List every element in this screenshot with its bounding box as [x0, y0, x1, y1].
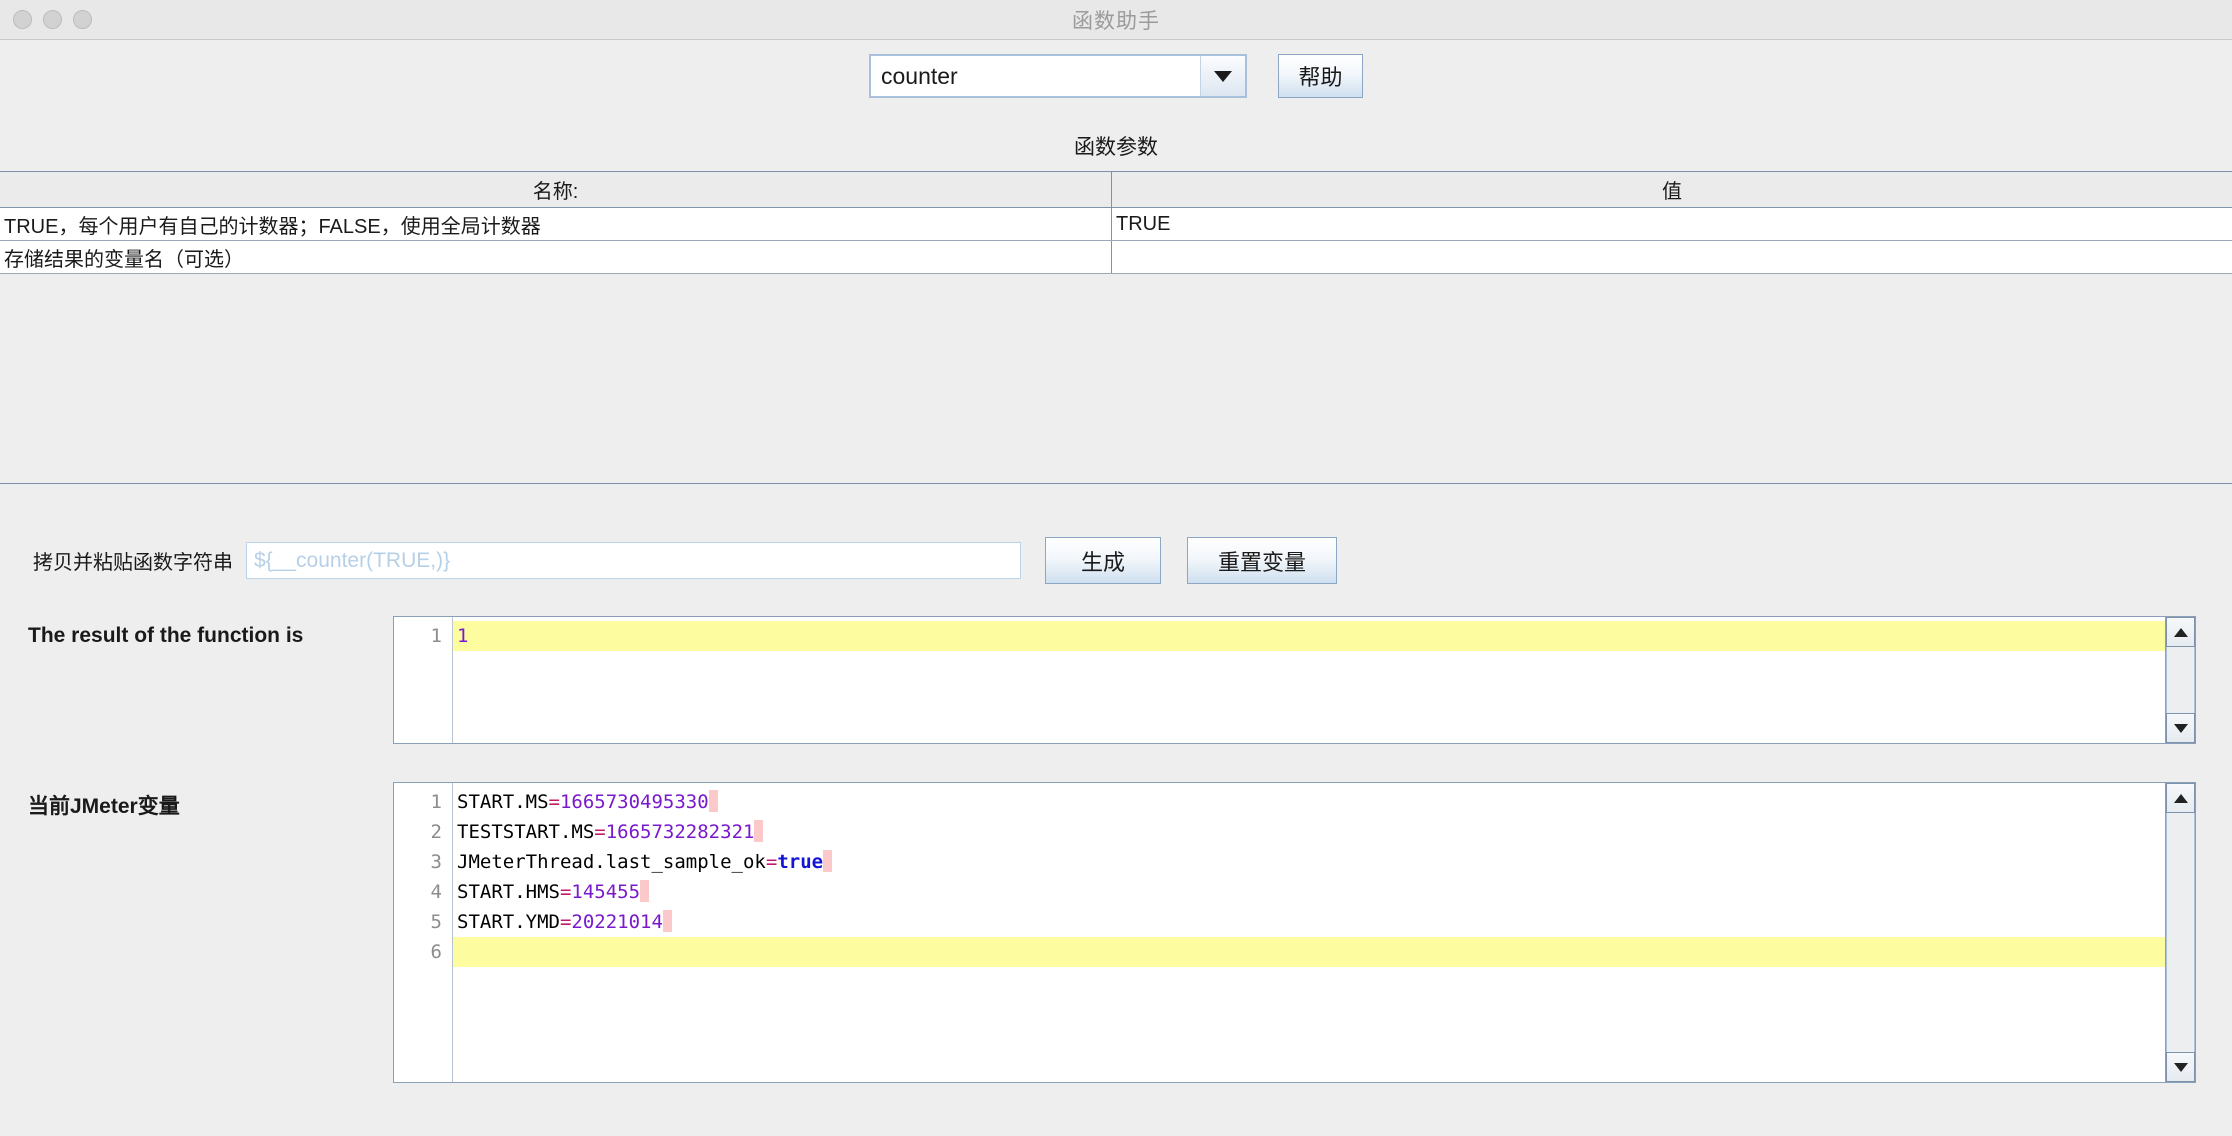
- variables-scroll-track[interactable]: [2166, 813, 2195, 1052]
- parameter-name: TRUE，每个用户有自己的计数器；FALSE，使用全局计数器: [0, 208, 1112, 240]
- code-token: =: [548, 791, 560, 813]
- generate-button[interactable]: 生成: [1045, 537, 1161, 584]
- reset-variables-button[interactable]: 重置变量: [1187, 537, 1337, 584]
- window-title: 函数助手: [1072, 9, 1160, 33]
- parameter-name: 存储结果的变量名（可选）: [0, 241, 1112, 273]
- code-line[interactable]: START.MS=1665730495330: [453, 787, 2165, 817]
- line-number: 2: [430, 821, 442, 843]
- table-row[interactable]: TRUE，每个用户有自己的计数器；FALSE，使用全局计数器 TRUE: [0, 208, 2232, 241]
- function-selector-row: counter 帮助: [0, 40, 2232, 106]
- code-token: JMeterThread.last_sample_ok: [457, 851, 766, 873]
- code-token: =: [594, 821, 606, 843]
- code-line[interactable]: TESTSTART.MS=1665732282321: [453, 817, 2165, 847]
- trailing-whitespace-marker: [823, 850, 833, 872]
- result-code-area[interactable]: 1: [453, 617, 2165, 743]
- code-token: 145455: [571, 881, 641, 903]
- code-line[interactable]: JMeterThread.last_sample_ok=true: [453, 847, 2165, 877]
- generate-row: 拷贝并粘贴函数字符串 ${__counter(TRUE,)} 生成 重置变量: [0, 484, 2232, 584]
- code-token: 1: [457, 625, 469, 647]
- parameter-value[interactable]: [1112, 241, 2232, 273]
- scroll-down-arrow-icon[interactable]: [2166, 713, 2195, 743]
- function-parameters-table: 名称: 值 TRUE，每个用户有自己的计数器；FALSE，使用全局计数器 TRU…: [0, 171, 2232, 274]
- function-select[interactable]: counter: [869, 54, 1247, 98]
- window-titlebar: 函数助手: [0, 0, 2232, 40]
- code-token: TESTSTART.MS: [457, 821, 595, 843]
- function-string-input[interactable]: ${__counter(TRUE,)}: [246, 542, 1021, 579]
- line-number: 5: [430, 911, 442, 933]
- code-token: =: [559, 881, 572, 903]
- variables-editor[interactable]: 123456 START.MS=1665730495330 TESTSTART.M…: [393, 782, 2196, 1083]
- parameters-empty-area: [0, 274, 2232, 483]
- function-string-label: 拷贝并粘贴函数字符串: [33, 552, 233, 574]
- code-token: =: [559, 911, 572, 933]
- code-token: START.HMS: [457, 881, 560, 903]
- code-token: 20221014: [571, 911, 663, 933]
- scroll-up-arrow-icon[interactable]: [2166, 617, 2195, 647]
- chevron-down-icon[interactable]: [1201, 56, 1245, 96]
- variables-scrollbar[interactable]: [2165, 783, 2195, 1082]
- scroll-up-arrow-icon[interactable]: [2166, 783, 2195, 813]
- help-button[interactable]: 帮助: [1278, 54, 1363, 98]
- trailing-whitespace-marker: [708, 790, 718, 812]
- line-number: 6: [430, 941, 442, 963]
- table-row[interactable]: 存储结果的变量名（可选）: [0, 241, 2232, 274]
- code-token: =: [765, 851, 778, 873]
- result-line-numbers: 1: [394, 617, 453, 743]
- code-line[interactable]: START.HMS=145455: [453, 877, 2165, 907]
- table-header-row: 名称: 值: [0, 171, 2232, 208]
- variables-code-area[interactable]: START.MS=1665730495330 TESTSTART.MS=16657…: [453, 783, 2165, 1082]
- code-line[interactable]: 1: [453, 621, 2165, 651]
- result-editor[interactable]: 1 1: [393, 616, 2196, 744]
- code-line[interactable]: START.YMD=20221014: [453, 907, 2165, 937]
- code-token: true: [777, 851, 824, 873]
- line-number: 1: [430, 625, 442, 647]
- function-select-value[interactable]: counter: [871, 56, 1201, 96]
- variables-label: 当前JMeter变量: [28, 795, 180, 818]
- parameter-value[interactable]: TRUE: [1112, 208, 2232, 240]
- column-header-name: 名称:: [0, 172, 1112, 207]
- code-token: START.YMD: [457, 911, 560, 933]
- code-token: START.MS: [457, 791, 549, 813]
- function-parameters-title: 函数参数: [1074, 136, 1158, 159]
- result-scrollbar[interactable]: [2165, 617, 2195, 743]
- code-token: 1665732282321: [605, 821, 755, 843]
- line-number: 4: [430, 881, 442, 903]
- result-scroll-track[interactable]: [2166, 647, 2195, 713]
- variables-section: 当前JMeter变量 123456 START.MS=1665730495330…: [0, 782, 2232, 1083]
- result-section: The result of the function is 1 1: [0, 616, 2232, 744]
- result-label: The result of the function is: [28, 624, 304, 647]
- code-token: 1665730495330: [559, 791, 709, 813]
- line-number: 3: [430, 851, 442, 873]
- column-header-value: 值: [1662, 181, 1682, 203]
- variables-line-numbers: 1 2 3 4 5 6: [394, 783, 453, 1082]
- trailing-whitespace-marker: [662, 910, 672, 932]
- trailing-whitespace-marker: [640, 880, 650, 902]
- trailing-whitespace-marker: [754, 820, 764, 842]
- code-line[interactable]: [453, 937, 2165, 967]
- line-number: 1: [430, 791, 442, 813]
- scroll-down-arrow-icon[interactable]: [2166, 1052, 2195, 1082]
